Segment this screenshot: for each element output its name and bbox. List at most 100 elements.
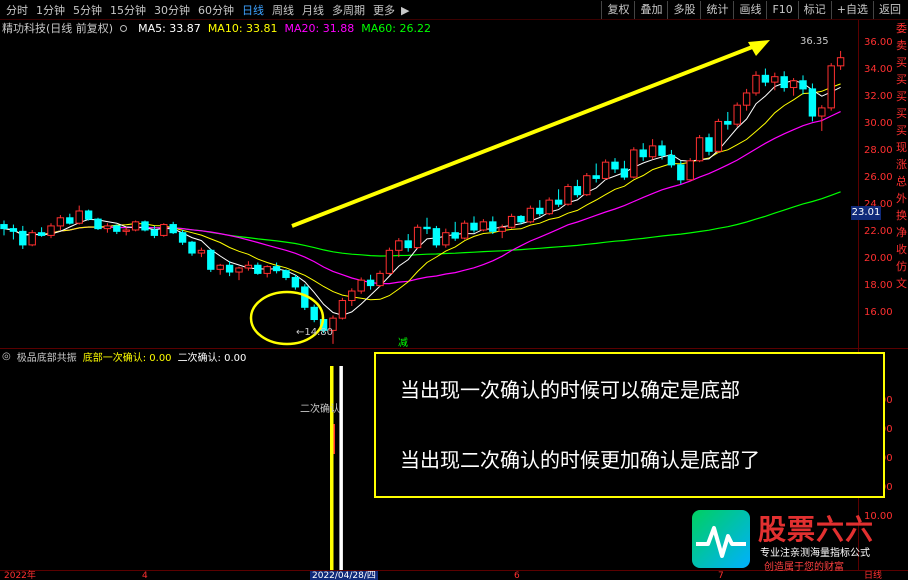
candle-body — [827, 65, 835, 109]
candle-body — [235, 267, 243, 273]
strip-label: 买 — [896, 107, 907, 120]
candlestick-chart[interactable] — [0, 36, 858, 348]
candle-body — [141, 221, 149, 231]
second-confirm-value: 二次确认: 0.00 — [177, 352, 247, 364]
candle-body — [818, 107, 826, 117]
candle-body — [188, 241, 196, 254]
strip-label: 总 — [896, 175, 907, 188]
candle-body — [263, 266, 271, 274]
strip-label: 仿 — [896, 260, 907, 273]
tab-5min[interactable]: 5分钟 — [69, 2, 106, 18]
candle-body — [752, 74, 760, 94]
first-confirm-value: 底部一次确认: 0.00 — [82, 352, 172, 364]
tab-monthly[interactable]: 月线 — [298, 2, 328, 18]
logo-mark-icon — [692, 510, 750, 568]
mark-button[interactable]: 标记 — [797, 1, 831, 19]
candle-body — [592, 175, 600, 179]
date-label: 6 — [514, 571, 520, 580]
strip-label: 买 — [896, 90, 907, 103]
current-price-tag: 23.01 — [851, 206, 881, 220]
candle-body — [432, 228, 441, 246]
logo-brand-text: 股票六六 — [758, 513, 875, 546]
strip-label: 涨 — [896, 158, 907, 171]
candle-body — [169, 224, 177, 234]
candle-body — [780, 76, 788, 89]
overlay-button[interactable]: 叠加 — [634, 1, 667, 19]
candle-body — [385, 249, 394, 274]
candle-body — [686, 160, 694, 181]
settings-dot-icon[interactable] — [120, 22, 131, 35]
candle-body — [310, 306, 318, 321]
logo-slogan: 专业注亲测海量指标公式 — [760, 548, 870, 559]
reduce-signal-label: 减 — [398, 338, 408, 349]
candle-body — [498, 226, 506, 232]
back-button[interactable]: 返回 — [873, 1, 906, 19]
candle-body — [648, 145, 657, 158]
candle-body — [178, 232, 187, 243]
multi-stock-button[interactable]: 多股 — [667, 1, 700, 19]
candle-body — [423, 226, 431, 230]
candle-body — [216, 264, 224, 270]
indicator-settings-icon[interactable]: ◎ — [2, 351, 11, 362]
strip-label: 买 — [896, 56, 907, 69]
candle-body — [517, 215, 525, 223]
candle-body — [695, 137, 704, 162]
tab-daily[interactable]: 日线 — [238, 2, 268, 18]
candle-body — [583, 175, 591, 196]
high-price-label: 36.35 — [800, 36, 829, 47]
candle-body — [376, 272, 384, 287]
candle-body — [338, 300, 347, 319]
candle-body — [564, 186, 572, 205]
tab-1min[interactable]: 1分钟 — [32, 2, 69, 18]
confirm-signal-bar — [330, 366, 334, 570]
f10-button[interactable]: F10 — [766, 1, 797, 19]
candle-body — [282, 270, 290, 278]
candle-body — [667, 154, 676, 166]
candle-body — [366, 279, 375, 287]
strip-label: 净 — [896, 226, 907, 239]
candle-body — [94, 218, 102, 230]
tab-more[interactable]: 更多 — [369, 2, 399, 18]
restore-rights-button[interactable]: 复权 — [601, 1, 634, 19]
candle-body — [526, 207, 535, 223]
tab-15min[interactable]: 15分钟 — [106, 2, 150, 18]
date-label: 4 — [142, 571, 148, 580]
tab-intraday[interactable]: 分时 — [2, 2, 32, 18]
price-tick: 30.00 — [864, 118, 893, 129]
candle-body — [413, 226, 422, 249]
indicator-header: ◎ 极品底部共振 底部一次确认: 0.00 二次确认: 0.00 — [2, 349, 252, 364]
strip-label: 文 — [896, 277, 907, 290]
action-buttons: 复权 叠加 多股 统计 画线 F10 标记 +自选 返回 — [601, 0, 906, 20]
candle-body — [75, 210, 83, 224]
statistics-button[interactable]: 统计 — [700, 1, 733, 19]
indicator-name[interactable]: 极品底部共振 — [17, 349, 77, 364]
tab-multi-period[interactable]: 多周期 — [328, 2, 369, 18]
candle-body — [254, 264, 262, 274]
period-toolbar: 分时 1分钟 5分钟 15分钟 30分钟 60分钟 日线 周线 月线 多周期 更… — [0, 0, 908, 20]
strip-label: 外 — [896, 192, 907, 205]
candle-body — [639, 149, 647, 158]
candle-body — [836, 57, 845, 67]
candle-body — [404, 240, 412, 249]
strip-label: 换 — [896, 209, 907, 222]
ma-info-bar: 精功科技(日线 前复权) MA5: 33.87 MA10: 33.81 MA20… — [2, 20, 438, 36]
candle-body — [207, 249, 215, 270]
candle-body — [460, 222, 469, 239]
candle-body — [357, 279, 365, 292]
tab-30min[interactable]: 30分钟 — [150, 2, 194, 18]
candle-body — [545, 199, 553, 215]
chevron-right-icon[interactable]: ▶ — [399, 4, 411, 17]
candle-body — [291, 276, 300, 288]
price-tick: 34.00 — [864, 64, 893, 75]
annotation-line-2: 当出现二次确认的时候更加确认是底部了 — [400, 448, 760, 472]
candle-body — [789, 80, 798, 89]
candle-body — [84, 210, 93, 220]
price-tick: 28.00 — [864, 145, 893, 156]
candle-body — [348, 290, 356, 302]
tab-weekly[interactable]: 周线 — [268, 2, 298, 18]
candle-body — [395, 240, 403, 251]
draw-line-button[interactable]: 画线 — [733, 1, 766, 19]
ma10-line — [3, 83, 841, 301]
tab-60min[interactable]: 60分钟 — [194, 2, 238, 18]
add-watchlist-button[interactable]: +自选 — [830, 1, 873, 19]
